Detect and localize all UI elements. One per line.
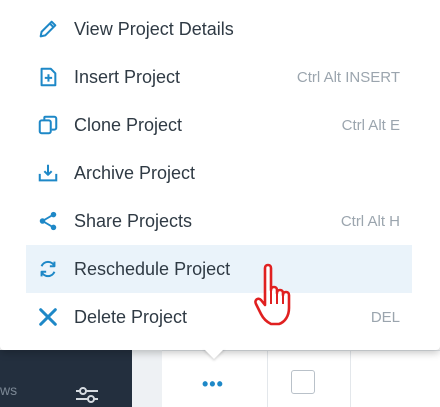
- menu-item-share-projects[interactable]: Share Projects Ctrl Alt H: [26, 197, 412, 245]
- sidebar-background: [0, 350, 132, 407]
- more-options-button[interactable]: •••: [202, 374, 224, 395]
- row-checkbox[interactable]: [291, 370, 315, 394]
- menu-item-label: Clone Project: [74, 114, 183, 135]
- menu-item-view-project-details[interactable]: View Project Details: [26, 5, 412, 53]
- archive-icon: [36, 161, 60, 185]
- menu-item-shortcut: Ctrl Alt E: [341, 116, 400, 134]
- menu-item-delete-project[interactable]: Delete Project DEL: [26, 293, 412, 341]
- column-divider: [267, 350, 268, 407]
- sliders-icon[interactable]: [74, 387, 100, 407]
- menu-item-label: Insert Project: [74, 66, 181, 87]
- menu-caret: [203, 348, 225, 359]
- clone-icon: [36, 113, 60, 137]
- menu-item-clone-project[interactable]: Clone Project Ctrl Alt E: [26, 101, 412, 149]
- share-icon: [36, 209, 60, 233]
- hand-cursor-icon: [253, 262, 303, 333]
- menu-item-shortcut: Ctrl Alt INSERT: [296, 68, 400, 86]
- reschedule-icon: [36, 257, 60, 281]
- column-divider: [350, 350, 351, 407]
- sidebar-label: ws: [0, 382, 18, 398]
- project-actions-menu: View Project Details Insert Project Ctrl…: [0, 0, 440, 350]
- menu-item-label: Reschedule Project: [74, 258, 231, 279]
- menu-item-label: Delete Project: [74, 306, 188, 327]
- pencil-icon: [36, 17, 60, 41]
- menu-item-label: View Project Details: [74, 18, 234, 39]
- menu-item-insert-project[interactable]: Insert Project Ctrl Alt INSERT: [26, 53, 412, 101]
- panel-strip: [132, 350, 162, 407]
- delete-icon: [36, 305, 60, 329]
- insert-icon: [36, 65, 60, 89]
- menu-item-label: Share Projects: [74, 210, 193, 231]
- menu-item-shortcut: Ctrl Alt H: [340, 212, 400, 230]
- menu-item-label: Archive Project: [74, 162, 196, 183]
- menu-item-archive-project[interactable]: Archive Project: [26, 149, 412, 197]
- menu-item-reschedule-project[interactable]: Reschedule Project: [26, 245, 412, 293]
- menu-item-shortcut: DEL: [370, 308, 400, 326]
